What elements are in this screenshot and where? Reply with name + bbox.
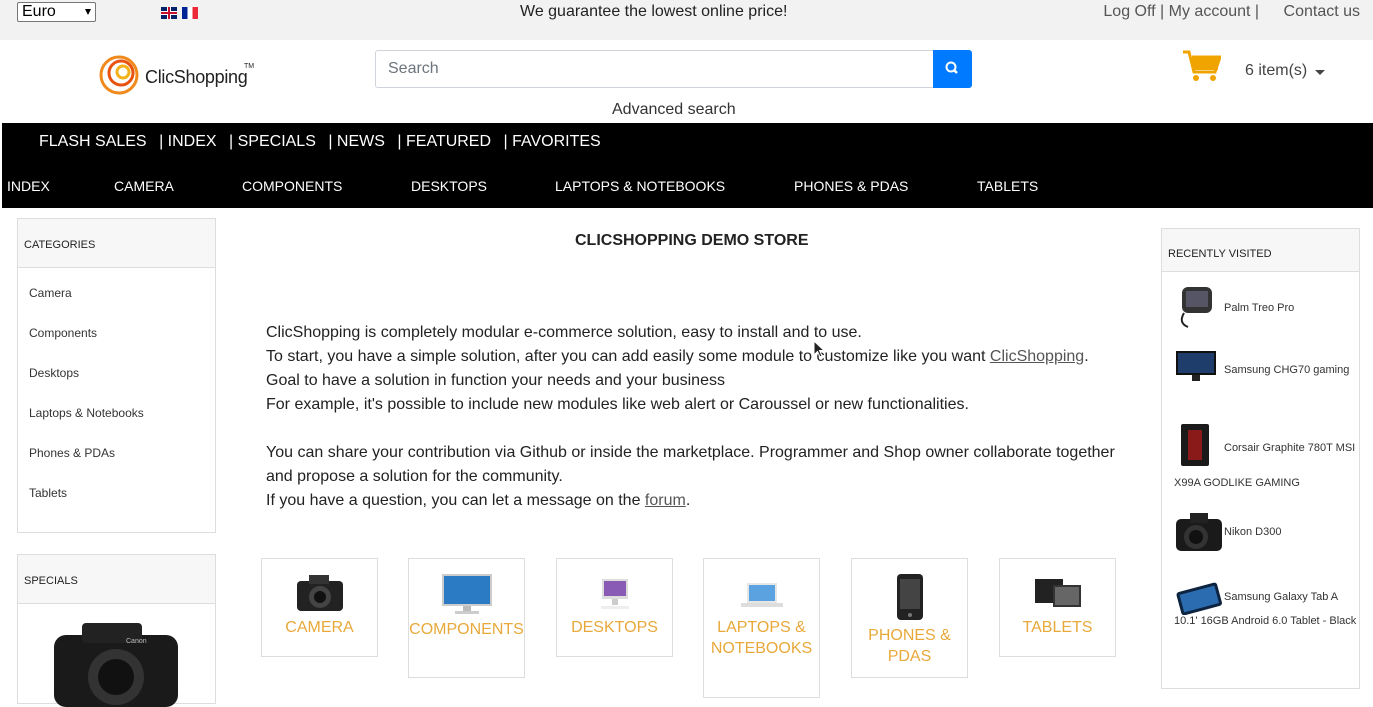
category-tile-phones[interactable]: PHONES & PDAS <box>851 558 968 678</box>
tile-label: PHONES & PDAS <box>868 627 951 665</box>
category-tile-tablets[interactable]: TABLETS <box>999 558 1116 657</box>
intro-line: For example, it's possible to include ne… <box>266 396 969 413</box>
clicshopping-logo[interactable]: ClicShopping TM <box>99 53 259 97</box>
specials-box: SPECIALS Canon <box>17 554 216 707</box>
tile-label: CAMERA <box>285 619 354 636</box>
advanced-search-link[interactable]: Advanced search <box>612 101 736 119</box>
desktop-icon <box>600 579 629 609</box>
camera-icon <box>296 575 343 611</box>
top-menu: FLASH SALES | INDEX | SPECIALS | NEWS | … <box>39 133 609 151</box>
categories-title: CATEGORIES <box>18 219 215 268</box>
category-nav-components[interactable]: COMPONENTS <box>242 178 342 194</box>
recent-item[interactable]: Samsung Galaxy Tab A 10.1' 16GB Android … <box>1174 585 1358 633</box>
intro-line: You can share your contribution via Gith… <box>266 444 1115 485</box>
logo-swirl-icon <box>99 55 139 95</box>
intro-line: If you have a question, you can let a me… <box>266 489 1136 513</box>
categories-box: CATEGORIES Camera Components Desktops La… <box>17 218 216 533</box>
intro-text: ClicShopping is completely modular e-com… <box>266 321 1136 513</box>
sidebar-item-desktops[interactable]: Desktops <box>29 366 79 380</box>
svg-text:Canon: Canon <box>126 638 147 645</box>
category-nav-laptops[interactable]: LAPTOPS & NOTEBOOKS <box>555 178 725 194</box>
chevron-down-icon <box>85 9 91 15</box>
category-nav-phones[interactable]: PHONES & PDAS <box>794 178 908 194</box>
category-tile-camera[interactable]: CAMERA <box>261 558 378 657</box>
recent-item[interactable]: Corsair Graphite 780T MSI X99A GODLIKE G… <box>1174 431 1358 501</box>
menu-index[interactable]: | INDEX <box>159 133 217 150</box>
recently-visited-title: RECENTLY VISITED <box>1162 229 1359 272</box>
chevron-down-icon[interactable] <box>1315 70 1325 75</box>
mouse-cursor-icon <box>813 340 825 358</box>
search-button[interactable] <box>933 50 972 88</box>
tablet-icon <box>1034 579 1081 607</box>
guarantee-text: We guarantee the lowest online price! <box>520 3 788 20</box>
cart-count[interactable]: 6 item(s) <box>1245 62 1307 80</box>
recently-visited-box: RECENTLY VISITED Palm Treo Pro Samsung C… <box>1161 228 1360 689</box>
intro-line: To start, you have a simple solution, af… <box>266 345 1136 369</box>
currency-value: Euro <box>22 3 56 20</box>
main-navigation: FLASH SALES | INDEX | SPECIALS | NEWS | … <box>2 123 1373 208</box>
fr-flag-icon[interactable] <box>182 7 198 19</box>
sidebar-item-camera[interactable]: Camera <box>29 286 72 300</box>
logoff-link[interactable]: Log Off <box>1103 3 1155 20</box>
palm-treo-image[interactable] <box>1174 283 1222 331</box>
specials-title: SPECIALS <box>18 555 215 604</box>
currency-select[interactable]: Euro <box>17 2 96 22</box>
sidebar-item-laptops[interactable]: Laptops & Notebooks <box>29 406 144 420</box>
intro-line-text: . <box>685 492 691 509</box>
top-bar: Euro We guarantee the lowest online pric… <box>0 0 1373 40</box>
shopping-cart-icon[interactable] <box>1183 50 1221 82</box>
intro-line: ClicShopping is completely modular e-com… <box>266 324 862 341</box>
menu-specials[interactable]: | SPECIALS <box>229 133 316 150</box>
recent-item[interactable]: Palm Treo Pro <box>1224 296 1294 320</box>
category-tile-laptops[interactable]: LAPTOPS & NOTEBOOKS <box>703 558 820 698</box>
logo-text: ClicShopping <box>145 67 248 87</box>
category-nav-desktops[interactable]: DESKTOPS <box>411 178 487 194</box>
intro-line-text: . <box>1084 348 1089 365</box>
menu-featured[interactable]: | FEATURED <box>397 133 491 150</box>
recent-item[interactable]: Samsung CHG70 gaming <box>1174 355 1354 386</box>
sidebar-item-phones[interactable]: Phones & PDAs <box>29 446 115 460</box>
search-icon <box>945 61 958 74</box>
category-nav-tablets[interactable]: TABLETS <box>977 178 1038 194</box>
contact-link[interactable]: Contact us <box>1284 3 1360 20</box>
category-nav-camera[interactable]: CAMERA <box>114 178 174 194</box>
separator: | <box>1155 3 1169 20</box>
nikon-camera-image[interactable] <box>1174 509 1224 555</box>
laptop-icon <box>740 583 783 607</box>
my-account-link[interactable]: My account <box>1169 3 1251 20</box>
menu-flash-sales[interactable]: FLASH SALES <box>39 133 147 150</box>
category-nav-index[interactable]: INDEX <box>7 178 50 194</box>
intro-line-text: To start, you have a simple solution, af… <box>266 348 990 365</box>
tile-label: LAPTOPS & NOTEBOOKS <box>710 619 813 657</box>
tile-label: TABLETS <box>1022 619 1093 636</box>
uk-flag-icon[interactable] <box>161 7 177 19</box>
menu-news[interactable]: | NEWS <box>328 133 385 150</box>
recent-item[interactable]: Nikon D300 <box>1224 520 1281 544</box>
sidebar-item-tablets[interactable]: Tablets <box>29 486 67 500</box>
forum-link[interactable]: forum <box>645 492 686 509</box>
logo-tm: TM <box>244 63 255 70</box>
category-tile-components[interactable]: COMPONENTS <box>408 558 525 678</box>
intro-line: Goal to have a solution in function your… <box>266 372 725 389</box>
phone-icon <box>896 574 923 620</box>
menu-favorites[interactable]: | FAVORITES <box>503 133 600 150</box>
tile-label: DESKTOPS <box>571 619 658 636</box>
separator: | <box>1250 3 1260 20</box>
category-tile-desktops[interactable]: DESKTOPS <box>556 558 673 657</box>
clicshopping-link[interactable]: ClicShopping <box>990 348 1084 365</box>
search-input[interactable] <box>375 50 934 88</box>
intro-line-text: If you have a question, you can let a me… <box>266 492 645 509</box>
page-title: CLICSHOPPING DEMO STORE <box>575 232 809 249</box>
monitor-icon <box>441 574 492 614</box>
account-links: Log Off | My account | Contact us <box>1103 3 1360 21</box>
sidebar-item-components[interactable]: Components <box>29 326 97 340</box>
tile-label: COMPONENTS <box>409 621 524 638</box>
